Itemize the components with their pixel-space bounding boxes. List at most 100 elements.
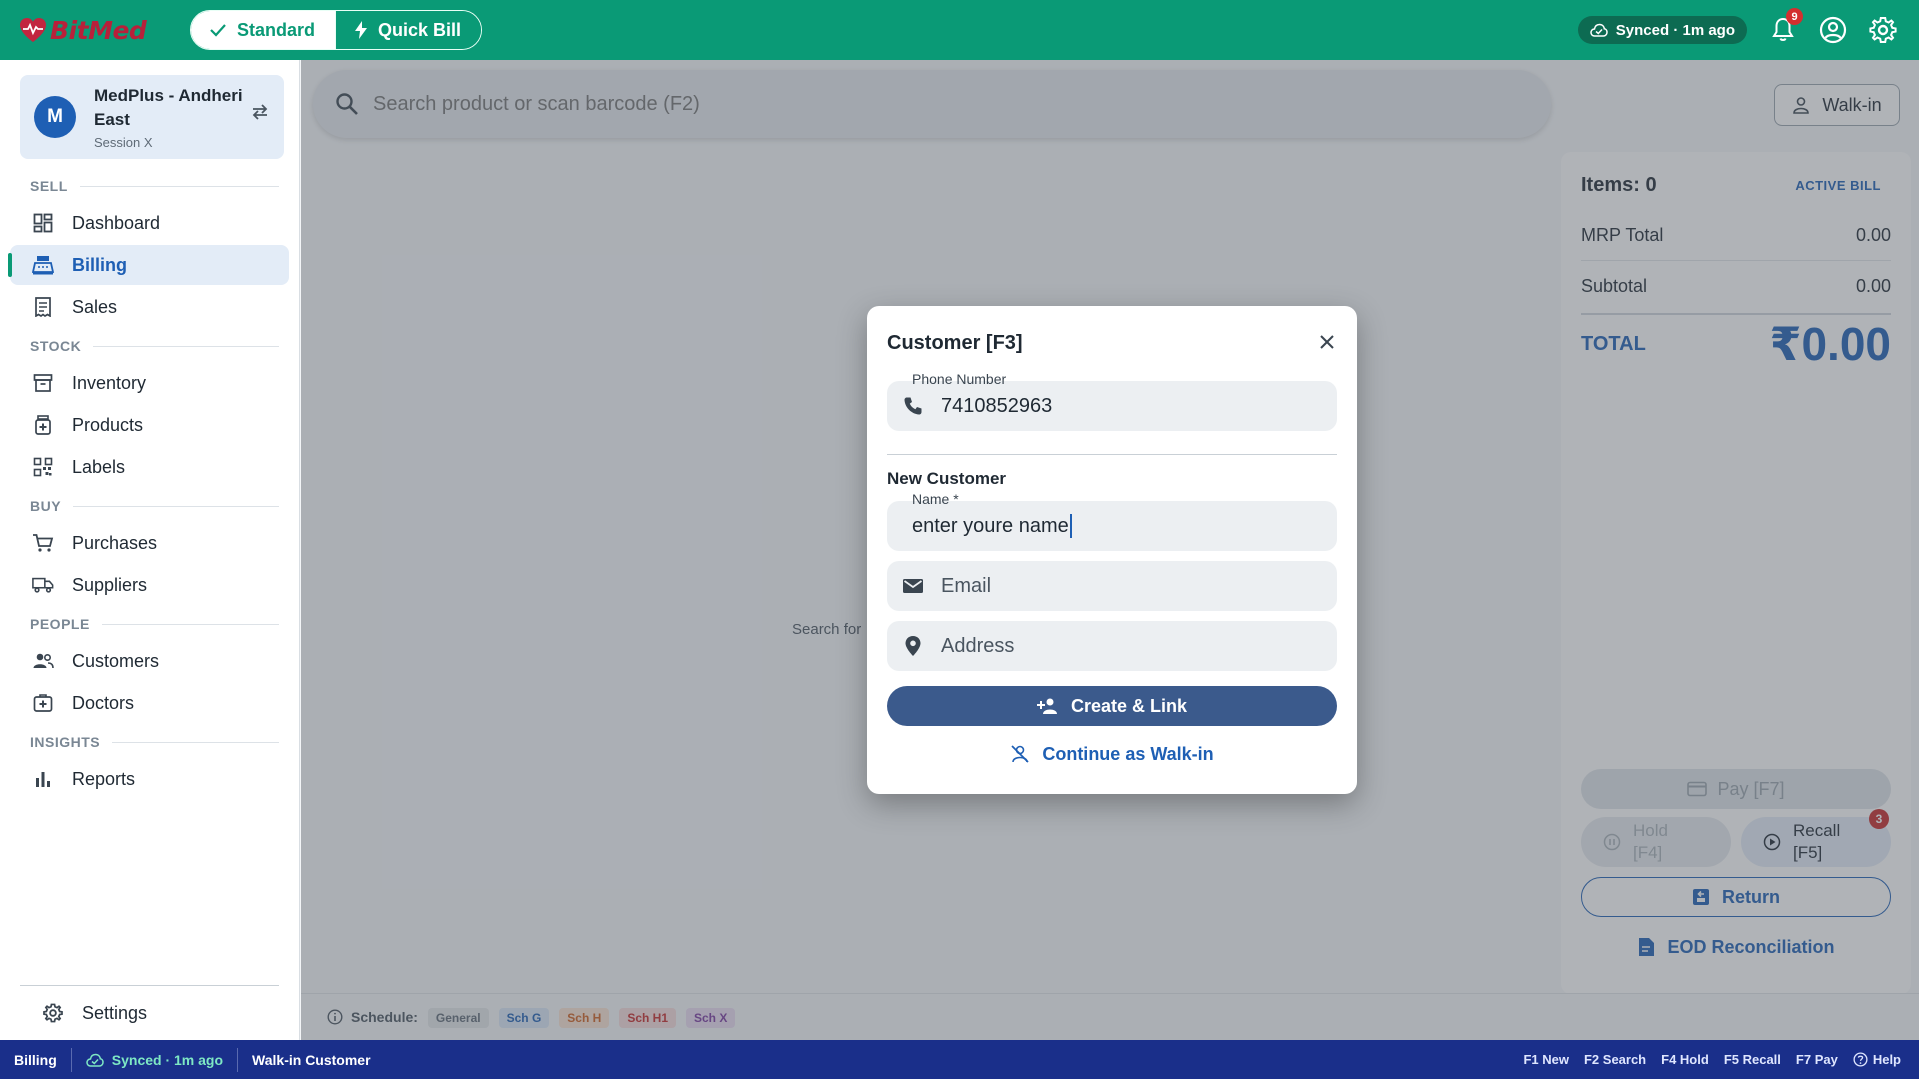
text-caret bbox=[1069, 514, 1072, 538]
email-field[interactable]: Email bbox=[887, 561, 1337, 611]
settings-gear-button[interactable] bbox=[1869, 16, 1897, 44]
sidebar-item-label: Inventory bbox=[72, 372, 147, 393]
mode-standard-label: Standard bbox=[237, 19, 316, 40]
user-circle-icon bbox=[1819, 16, 1847, 44]
swap-icon[interactable] bbox=[250, 103, 270, 121]
mode-standard-button[interactable]: Standard bbox=[191, 11, 336, 49]
person-add-icon bbox=[1036, 698, 1057, 714]
sidebar-item-labels[interactable]: Labels bbox=[10, 447, 289, 487]
location-pin-icon bbox=[905, 636, 921, 656]
people-icon bbox=[33, 653, 54, 669]
section-insights: INSIGHTS bbox=[30, 725, 279, 759]
truck-icon bbox=[32, 577, 54, 593]
status-bar: Billing Synced · 1m ago Walk-in Customer… bbox=[0, 1040, 1919, 1079]
sync-status-pill[interactable]: Synced · 1m ago bbox=[1577, 16, 1747, 44]
shortcut-hold: F4 Hold bbox=[1661, 1052, 1709, 1067]
shortcut-new: F1 New bbox=[1523, 1052, 1569, 1067]
name-field[interactable]: enter youre name bbox=[887, 501, 1337, 551]
brand-logo[interactable]: BitMed bbox=[18, 16, 168, 45]
account-button[interactable] bbox=[1819, 16, 1847, 44]
shortcut-hints: F1 New F2 Search F4 Hold F5 Recall F7 Pa… bbox=[1523, 1040, 1901, 1079]
sidebar-item-label: Dashboard bbox=[72, 212, 161, 233]
heart-logo-icon bbox=[20, 18, 46, 42]
sidebar-item-billing[interactable]: Billing bbox=[8, 245, 289, 285]
cloud-check-icon bbox=[1590, 23, 1608, 37]
sidebar-item-label: Customers bbox=[72, 650, 160, 671]
section-sell: SELL bbox=[30, 169, 279, 203]
name-value: enter youre name bbox=[912, 514, 1069, 537]
cart-icon bbox=[33, 534, 54, 552]
store-name: MedPlus - Andheri East bbox=[94, 86, 243, 129]
medical-bag-icon bbox=[33, 694, 53, 712]
sidebar-item-purchases[interactable]: Purchases bbox=[10, 523, 289, 563]
bar-chart-icon bbox=[36, 772, 50, 787]
status-customer: Walk-in Customer bbox=[252, 1051, 371, 1068]
email-icon bbox=[903, 579, 923, 593]
name-label: Name * bbox=[912, 491, 959, 507]
help-icon bbox=[1853, 1052, 1868, 1067]
continue-as-walk-in-label: Continue as Walk-in bbox=[1042, 743, 1214, 764]
sidebar-item-label: Purchases bbox=[72, 532, 158, 553]
billing-mode-toggle: Standard Quick Bill bbox=[190, 10, 483, 50]
close-icon bbox=[1320, 335, 1334, 349]
shortcut-search: F2 Search bbox=[1583, 1052, 1647, 1067]
sidebar-divider bbox=[20, 985, 279, 986]
sidebar-item-label: Products bbox=[72, 414, 144, 435]
new-customer-heading: New Customer bbox=[887, 469, 1007, 488]
medicine-bottle-icon bbox=[35, 415, 51, 435]
create-and-link-button[interactable]: Create & Link bbox=[887, 686, 1337, 726]
sidebar-item-products[interactable]: Products bbox=[10, 405, 289, 445]
shortcut-recall: F5 Recall bbox=[1723, 1052, 1781, 1067]
customer-dialog: Customer [F3] 7410852963 Phone Number Ne… bbox=[867, 306, 1357, 794]
sidebar-item-label: Reports bbox=[72, 768, 136, 789]
help-label: Help bbox=[1872, 1052, 1901, 1067]
lightning-icon bbox=[355, 21, 368, 39]
check-icon bbox=[210, 24, 226, 37]
sidebar-item-inventory[interactable]: Inventory bbox=[10, 363, 289, 403]
store-session: Session X bbox=[94, 135, 153, 150]
sync-status-text: Synced · 1m ago bbox=[1615, 21, 1735, 39]
sidebar-item-label: Settings bbox=[82, 1002, 148, 1023]
notifications-button[interactable]: 9 bbox=[1769, 8, 1803, 44]
store-avatar: M bbox=[34, 96, 76, 138]
person-off-icon bbox=[1011, 745, 1029, 763]
status-separator bbox=[237, 1047, 239, 1072]
phone-icon bbox=[904, 397, 922, 415]
qr-code-icon bbox=[33, 457, 53, 477]
dialog-title: Customer [F3] bbox=[887, 332, 1023, 354]
create-and-link-label: Create & Link bbox=[1070, 695, 1188, 716]
mode-quick-bill-label: Quick Bill bbox=[378, 19, 462, 40]
email-placeholder: Email bbox=[941, 574, 992, 597]
cash-register-icon bbox=[32, 256, 54, 275]
address-placeholder: Address bbox=[941, 634, 1015, 657]
sidebar-item-reports[interactable]: Reports bbox=[10, 759, 289, 799]
continue-as-walk-in-button[interactable]: Continue as Walk-in bbox=[887, 734, 1337, 774]
sidebar-item-doctors[interactable]: Doctors bbox=[10, 683, 289, 723]
mode-quick-bill-button[interactable]: Quick Bill bbox=[335, 11, 482, 49]
sidebar-item-suppliers[interactable]: Suppliers bbox=[10, 565, 289, 605]
address-field[interactable]: Address bbox=[887, 621, 1337, 671]
section-stock: STOCK bbox=[30, 329, 279, 363]
brand-name: BitMed bbox=[50, 15, 147, 45]
archive-box-icon bbox=[33, 374, 53, 392]
status-sync-text: Synced · 1m ago bbox=[111, 1051, 224, 1068]
sidebar-item-settings[interactable]: Settings bbox=[20, 993, 300, 1033]
shortcut-pay: F7 Pay bbox=[1795, 1052, 1838, 1067]
section-buy: BUY bbox=[30, 489, 279, 523]
sidebar-item-dashboard[interactable]: Dashboard bbox=[10, 203, 289, 243]
help-link[interactable]: Help bbox=[1853, 1052, 1901, 1067]
dashboard-icon bbox=[33, 213, 53, 233]
sidebar-item-label: Suppliers bbox=[72, 574, 148, 595]
sidebar-item-sales[interactable]: Sales bbox=[10, 287, 289, 327]
cloud-check-icon bbox=[86, 1053, 104, 1067]
top-bar: BitMed Standard Quick Bill Synced · 1m a… bbox=[0, 0, 1919, 60]
sidebar-item-label: Doctors bbox=[72, 692, 135, 713]
gear-icon bbox=[43, 1003, 63, 1023]
store-switcher[interactable]: M MedPlus - Andheri East Session X bbox=[20, 75, 284, 159]
sidebar-item-customers[interactable]: Customers bbox=[10, 641, 289, 681]
sidebar-item-label: Billing bbox=[72, 254, 127, 275]
close-button[interactable] bbox=[1319, 334, 1335, 355]
status-sync: Synced · 1m ago bbox=[86, 1052, 223, 1068]
status-separator bbox=[70, 1047, 72, 1072]
phone-number-field[interactable]: 7410852963 bbox=[887, 381, 1337, 431]
